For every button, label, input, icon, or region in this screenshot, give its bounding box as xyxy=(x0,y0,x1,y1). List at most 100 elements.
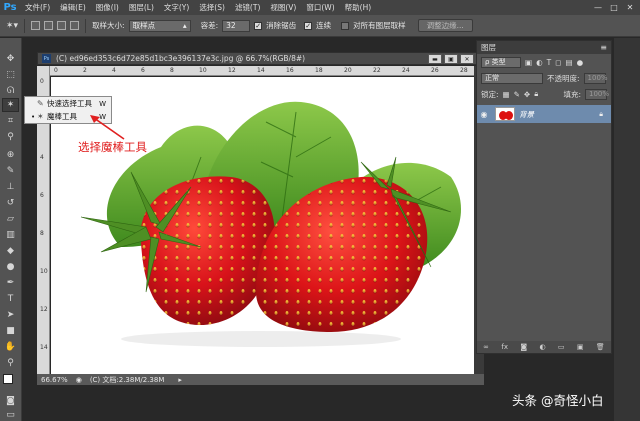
menu-layer[interactable]: 图层(L) xyxy=(124,2,159,13)
move-tool-icon[interactable]: ✥ xyxy=(2,52,19,66)
blend-mode-select[interactable]: 正常 xyxy=(481,72,543,84)
layer-filter-select[interactable]: ρ 类型 xyxy=(481,56,521,68)
layers-panel-header: 图层 ≡ xyxy=(477,41,611,54)
link-layers-icon[interactable]: ∞ xyxy=(483,343,489,351)
filter-type-icon[interactable]: T xyxy=(547,58,552,67)
lock-all-icon[interactable]: 🔒︎ xyxy=(534,89,538,99)
quick-mask-icon[interactable]: ◙ xyxy=(2,394,19,408)
color-swatches[interactable] xyxy=(3,374,19,390)
annotation-arrow-icon xyxy=(90,115,125,140)
new-layer-icon[interactable]: ▣ xyxy=(577,343,584,351)
sample-size-select[interactable]: 取样点 ▴ xyxy=(128,19,191,32)
path-select-icon[interactable]: ➤ xyxy=(2,308,19,322)
subtract-selection-icon[interactable] xyxy=(57,21,67,30)
layer-thumbnail xyxy=(495,107,515,121)
maximize-button[interactable]: □ xyxy=(608,2,620,13)
filter-adjust-icon[interactable]: ◐ xyxy=(536,58,543,67)
ruler-tick-label: 6 xyxy=(40,192,44,199)
layer-filter-row: ρ 类型 ▣ ◐ T ◻ ▤ ● xyxy=(477,54,611,70)
eraser-tool-icon[interactable]: ▱ xyxy=(2,212,19,226)
all-layers-checkbox[interactable] xyxy=(341,21,350,30)
zoom-tool-icon[interactable]: ⚲ xyxy=(2,356,19,370)
menu-file[interactable]: 文件(F) xyxy=(20,2,55,13)
clone-stamp-icon[interactable]: ⊥ xyxy=(2,180,19,194)
blend-row: 正常 不透明度: 100% xyxy=(477,70,611,86)
type-tool-icon[interactable]: T xyxy=(2,292,19,306)
add-selection-icon[interactable] xyxy=(44,21,54,30)
menu-help[interactable]: 帮助(H) xyxy=(340,2,377,13)
menu-select[interactable]: 选择(S) xyxy=(194,2,230,13)
pen-tool-icon[interactable]: ✒ xyxy=(2,276,19,290)
menu-image[interactable]: 图像(I) xyxy=(91,2,124,13)
eyedropper-tool-icon[interactable]: ⚲ xyxy=(2,130,19,144)
ruler-tick-label: 6 xyxy=(141,67,145,74)
lock-pixels-icon[interactable]: ▦ xyxy=(503,90,510,99)
doc-restore-icon[interactable]: ▣ xyxy=(444,54,458,64)
filter-pixel-icon[interactable]: ▣ xyxy=(525,58,532,67)
crop-tool-icon[interactable]: ⌗ xyxy=(2,114,19,128)
hand-tool-icon[interactable]: ✋ xyxy=(2,340,19,354)
gradient-tool-icon[interactable]: ▥ xyxy=(2,228,19,242)
app-logo: Ps xyxy=(3,2,17,13)
menu-filter[interactable]: 滤镜(T) xyxy=(230,2,265,13)
new-selection-icon[interactable] xyxy=(31,21,41,30)
status-arrow-icon[interactable]: ▸ xyxy=(178,376,182,384)
zoom-level[interactable]: 66.67% xyxy=(41,376,68,384)
ruler-tick-label: 8 xyxy=(170,67,174,74)
status-menu-icon[interactable]: ◉ xyxy=(76,376,82,384)
fill-input[interactable]: 100% xyxy=(585,88,609,100)
contiguous-checkbox[interactable]: ✓ xyxy=(304,21,313,30)
brush-tool-icon[interactable]: ✎ xyxy=(2,164,19,178)
lasso-tool-icon[interactable]: ᘏ xyxy=(2,84,19,98)
magic-wand-tool-icon[interactable]: ✶ xyxy=(2,98,19,112)
foreground-color[interactable] xyxy=(3,374,13,384)
new-group-icon[interactable]: ▭ xyxy=(558,343,565,351)
fx-icon[interactable]: fx xyxy=(501,343,508,351)
fill-label: 填充: xyxy=(563,89,581,99)
trash-icon[interactable]: 🗑︎ xyxy=(596,343,605,351)
blur-tool-icon[interactable]: ◆ xyxy=(2,244,19,258)
document-tab[interactable]: Ps (C) ed96ed353c6d72e85d1bc3e396137e3c.… xyxy=(37,52,477,65)
ruler-tick-label: 2 xyxy=(83,67,87,74)
shape-tool-icon[interactable]: ■ xyxy=(2,324,19,338)
lock-position-icon[interactable]: ✥ xyxy=(524,90,530,99)
panel-menu-icon[interactable]: ≡ xyxy=(600,43,611,52)
history-brush-icon[interactable]: ↺ xyxy=(2,196,19,210)
filter-toggle-icon[interactable]: ● xyxy=(577,58,584,67)
ruler-tick-label: 4 xyxy=(40,154,44,161)
layer-row-background[interactable]: ◉ 背景 🔒︎ xyxy=(477,105,611,123)
layers-panel-title[interactable]: 图层 xyxy=(481,42,496,53)
layer-name: 背景 xyxy=(519,109,534,119)
menu-edit[interactable]: 编辑(E) xyxy=(55,2,91,13)
eye-icon[interactable]: ◉ xyxy=(477,110,491,119)
flyout-item-quick-selection[interactable]: ✎ 快速选择工具 W xyxy=(25,97,111,110)
watermark: 头条 @奇怪小白 xyxy=(512,393,604,408)
ruler-tick-label: 8 xyxy=(40,230,44,237)
refine-edge-button[interactable]: 调整边缘... xyxy=(417,19,473,32)
lock-paint-icon[interactable]: ✎ xyxy=(514,90,520,99)
screen-mode-icon[interactable]: ▭ xyxy=(2,408,19,421)
healing-brush-icon[interactable]: ⊕ xyxy=(2,148,19,162)
sample-size-label: 取样大小: xyxy=(92,21,125,30)
menu-view[interactable]: 视图(V) xyxy=(265,2,301,13)
marquee-tool-icon[interactable]: ⬚ xyxy=(2,68,19,82)
magic-wand-preset-icon[interactable]: ✶▾ xyxy=(6,21,18,31)
antialias-checkbox[interactable]: ✓ xyxy=(254,21,263,30)
ruler-tick-label: 16 xyxy=(286,67,294,74)
close-button[interactable]: ✕ xyxy=(624,2,636,13)
menu-window[interactable]: 窗口(W) xyxy=(301,2,339,13)
intersect-selection-icon[interactable] xyxy=(70,21,80,30)
menu-type[interactable]: 文字(Y) xyxy=(159,2,194,13)
opacity-input[interactable]: 100% xyxy=(583,72,608,84)
minimize-button[interactable]: — xyxy=(592,2,604,13)
doc-close-icon[interactable]: ✕ xyxy=(460,54,474,64)
adjustment-layer-icon[interactable]: ◐ xyxy=(539,343,545,351)
filter-shape-icon[interactable]: ◻ xyxy=(555,58,561,67)
filter-smart-icon[interactable]: ▤ xyxy=(565,58,572,67)
lock-row: 锁定: ▦ ✎ ✥ 🔒︎ 填充: 100% xyxy=(477,86,611,102)
tolerance-input[interactable]: 32 xyxy=(222,19,251,32)
doc-minimize-icon[interactable]: ▬ xyxy=(428,54,442,64)
dodge-tool-icon[interactable]: ● xyxy=(2,260,19,274)
add-mask-icon[interactable]: ◙ xyxy=(520,343,527,351)
ruler-tick-label: 12 xyxy=(40,306,48,313)
